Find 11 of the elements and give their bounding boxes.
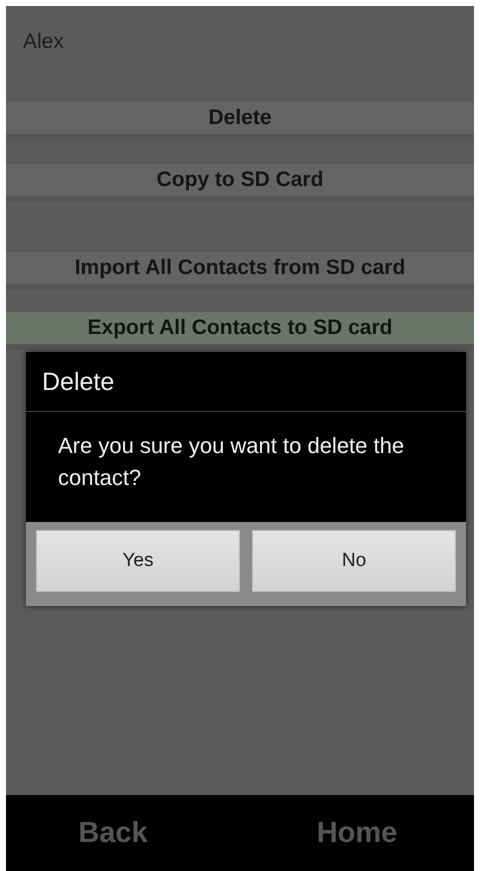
menu-item[interactable]: Copy to SD Card: [6, 164, 474, 202]
dialog-message: Are you sure you want to delete the contact?: [26, 412, 466, 522]
menu-item[interactable]: Delete: [6, 102, 474, 140]
menu-item[interactable]: Import All Contacts from SD card: [6, 252, 474, 290]
dialog-button[interactable]: Yes: [36, 530, 240, 592]
dialog-title: Delete: [26, 352, 466, 412]
dialog-button[interactable]: No: [252, 530, 456, 592]
nav-button[interactable]: Back: [68, 812, 158, 854]
nav-button[interactable]: Home: [306, 812, 408, 854]
menu-item[interactable]: Export All Contacts to SD card: [6, 312, 474, 350]
contact-name: Alex: [22, 29, 65, 55]
